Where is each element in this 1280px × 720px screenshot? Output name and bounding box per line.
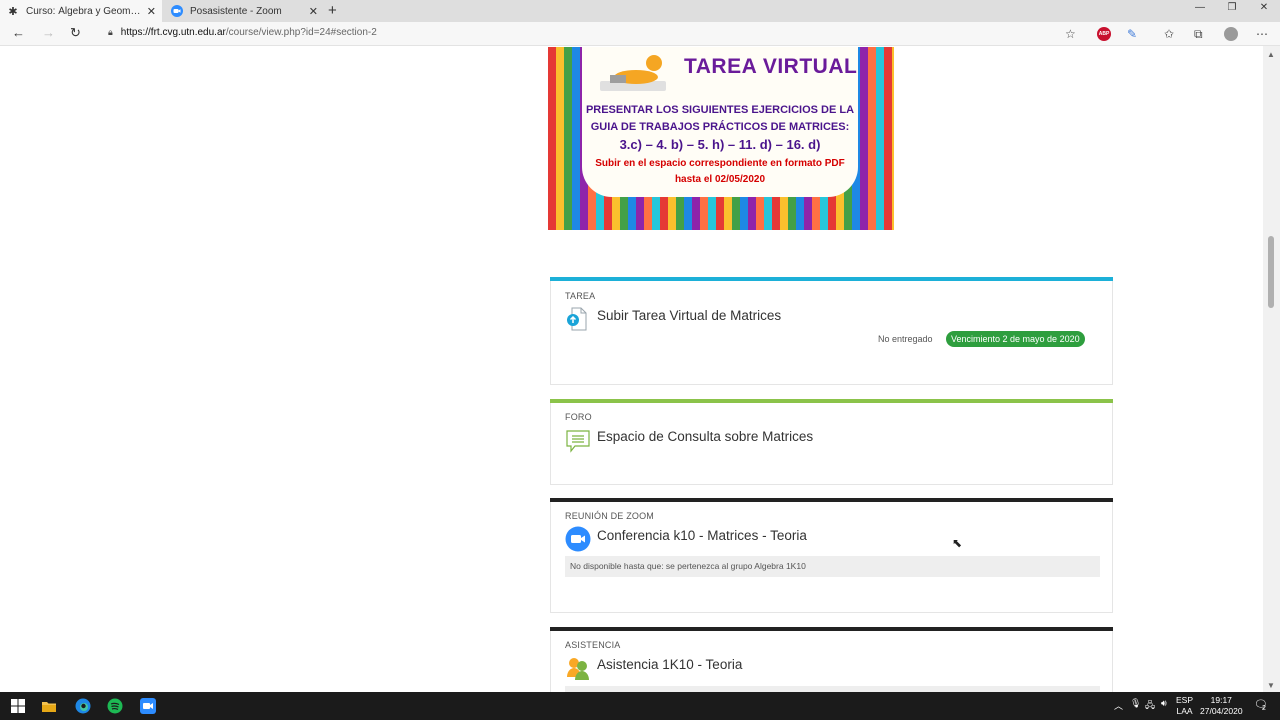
windows-taskbar: ︿ 🎙︎ 🖧︎ 🔊︎ ESP LAA 19:17 27/04/2020 🗨︎ 2 <box>0 692 1280 720</box>
language-code: ESP <box>1176 695 1194 705</box>
page-scrollbar[interactable]: ▲ ▼ <box>1263 46 1280 692</box>
forum-icon <box>566 430 590 453</box>
activity-link[interactable]: Asistencia 1K10 - Teoria <box>597 657 742 672</box>
banner-instruction: Subir en el espacio correspondiente en f… <box>595 158 845 169</box>
url-host: https://frt.cvg.utn.edu.ar <box>120 27 226 38</box>
submission-status: No entregado <box>878 334 933 344</box>
more-menu-icon[interactable]: ⋯ <box>1256 27 1268 41</box>
scroll-thumb[interactable] <box>1268 236 1274 308</box>
network-icon[interactable]: 🖧︎ <box>1145 698 1155 714</box>
activity-color-bar <box>550 277 1113 281</box>
tarea-virtual-banner: TAREA VIRTUAL PRESENTAR LOS SIGUIENTES E… <box>548 47 894 230</box>
browser-title-bar: ✱ Curso: Álgebra y Geometría Ana ✕ Posas… <box>0 0 1280 22</box>
close-tab-icon[interactable]: ✕ <box>309 5 318 18</box>
moodle-favicon-icon: ✱ <box>8 5 18 18</box>
activity-color-bar <box>550 498 1113 502</box>
forward-icon[interactable]: → <box>42 25 55 40</box>
favorite-star-icon[interactable]: ☆ <box>1065 27 1076 41</box>
banner-deadline: hasta el 02/05/2020 <box>674 174 766 185</box>
refresh-icon[interactable]: ↻ <box>70 25 81 41</box>
keyboard-layout: LAA <box>1176 706 1193 716</box>
activity-type: TAREA <box>565 291 596 301</box>
banner-line: GUIA DE TRABAJOS PRÁCTICOS DE MATRICES: <box>590 121 850 133</box>
availability-restriction: No disponible hasta que: se pertenezca a… <box>565 556 1100 577</box>
banner-exercises: 3.c) – 4. b) – 5. h) – 11. d) – 16. d) <box>619 137 821 152</box>
attendance-icon <box>567 658 589 680</box>
browser-toolbar: ← → ↻ 🔒︎ https://frt.cvg.utn.edu.ar/cour… <box>0 22 1280 46</box>
microphone-icon[interactable]: 🎙︎ <box>1130 698 1141 709</box>
activity-link[interactable]: Conferencia k10 - Matrices - Teoria <box>597 528 807 543</box>
show-hidden-icons[interactable]: ︿ <box>1114 699 1123 712</box>
tab-course[interactable]: ✱ Curso: Álgebra y Geometría Ana ✕ <box>0 0 162 22</box>
tab-title: Posasistente - Zoom <box>190 5 282 17</box>
activity-card-forum: FORO Espacio de Consulta sobre Matrices <box>550 399 1113 485</box>
activity-type: REUNIÓN DE ZOOM <box>565 511 655 521</box>
edge-browser-icon[interactable] <box>75 698 91 714</box>
activity-link[interactable]: Subir Tarea Virtual de Matrices <box>597 308 781 323</box>
minimize-icon[interactable]: — <box>1184 0 1216 22</box>
input-language[interactable]: ESP LAA <box>1176 695 1193 717</box>
reading-figure-icon <box>600 55 666 91</box>
zoom-favicon-icon <box>170 4 184 18</box>
tab-zoom[interactable]: Posasistente - Zoom ✕ <box>164 0 324 22</box>
new-tab-icon[interactable]: + <box>328 2 337 19</box>
activity-color-bar <box>550 399 1113 403</box>
restore-icon[interactable]: ❐ <box>1216 0 1248 22</box>
tab-title: Curso: Álgebra y Geometría Ana <box>26 5 143 17</box>
adblock-icon[interactable]: ABP <box>1097 27 1111 41</box>
lock-icon: 🔒︎ <box>108 27 113 37</box>
banner-title: TAREA VIRTUAL <box>684 55 858 78</box>
mouse-cursor-icon: ⬉ <box>952 536 963 550</box>
zoom-app-icon[interactable] <box>140 698 156 714</box>
favorites-icon[interactable]: ✩ <box>1164 27 1174 41</box>
scroll-down-icon[interactable]: ▼ <box>1267 681 1275 690</box>
assignment-upload-icon <box>567 307 587 331</box>
activity-type: FORO <box>565 412 592 422</box>
volume-icon[interactable]: 🔊︎ <box>1161 698 1167 709</box>
clock-date: 27/04/2020 <box>1200 706 1243 716</box>
system-clock[interactable]: 19:17 27/04/2020 <box>1200 695 1243 717</box>
due-date-badge: Vencimiento 2 de mayo de 2020 <box>946 331 1085 347</box>
back-icon[interactable]: ← <box>12 25 25 40</box>
close-window-icon[interactable]: ✕ <box>1248 0 1280 22</box>
extension-icon[interactable]: ✎ <box>1127 27 1137 41</box>
clock-time: 19:17 <box>1210 695 1232 705</box>
activity-card-zoom: REUNIÓN DE ZOOM Conferencia k10 - Matric… <box>550 498 1113 613</box>
banner-line: PRESENTAR LOS SIGUIENTES EJERCICIOS DE L… <box>585 104 855 116</box>
close-tab-icon[interactable]: ✕ <box>147 5 156 18</box>
activity-color-bar <box>550 627 1113 631</box>
activity-type: ASISTENCIA <box>565 640 621 650</box>
profile-avatar[interactable] <box>1224 27 1238 41</box>
windows-start-icon[interactable] <box>10 698 26 714</box>
file-explorer-icon[interactable] <box>41 698 57 714</box>
activity-link[interactable]: Espacio de Consulta sobre Matrices <box>597 429 813 444</box>
collections-icon[interactable]: ⧉ <box>1194 27 1203 42</box>
scroll-up-icon[interactable]: ▲ <box>1267 50 1275 59</box>
activity-card-assignment: TAREA Subir Tarea Virtual de Matrices No… <box>550 277 1113 385</box>
address-bar[interactable]: 🔒︎ https://frt.cvg.utn.edu.ar/course/vie… <box>108 27 377 38</box>
zoom-meeting-icon <box>565 526 591 552</box>
notification-count: 2 <box>1262 705 1266 712</box>
url-path: /course/view.php?id=24#section-2 <box>225 27 377 38</box>
spotify-icon[interactable] <box>107 698 123 714</box>
window-controls: — ❐ ✕ <box>1184 0 1280 22</box>
